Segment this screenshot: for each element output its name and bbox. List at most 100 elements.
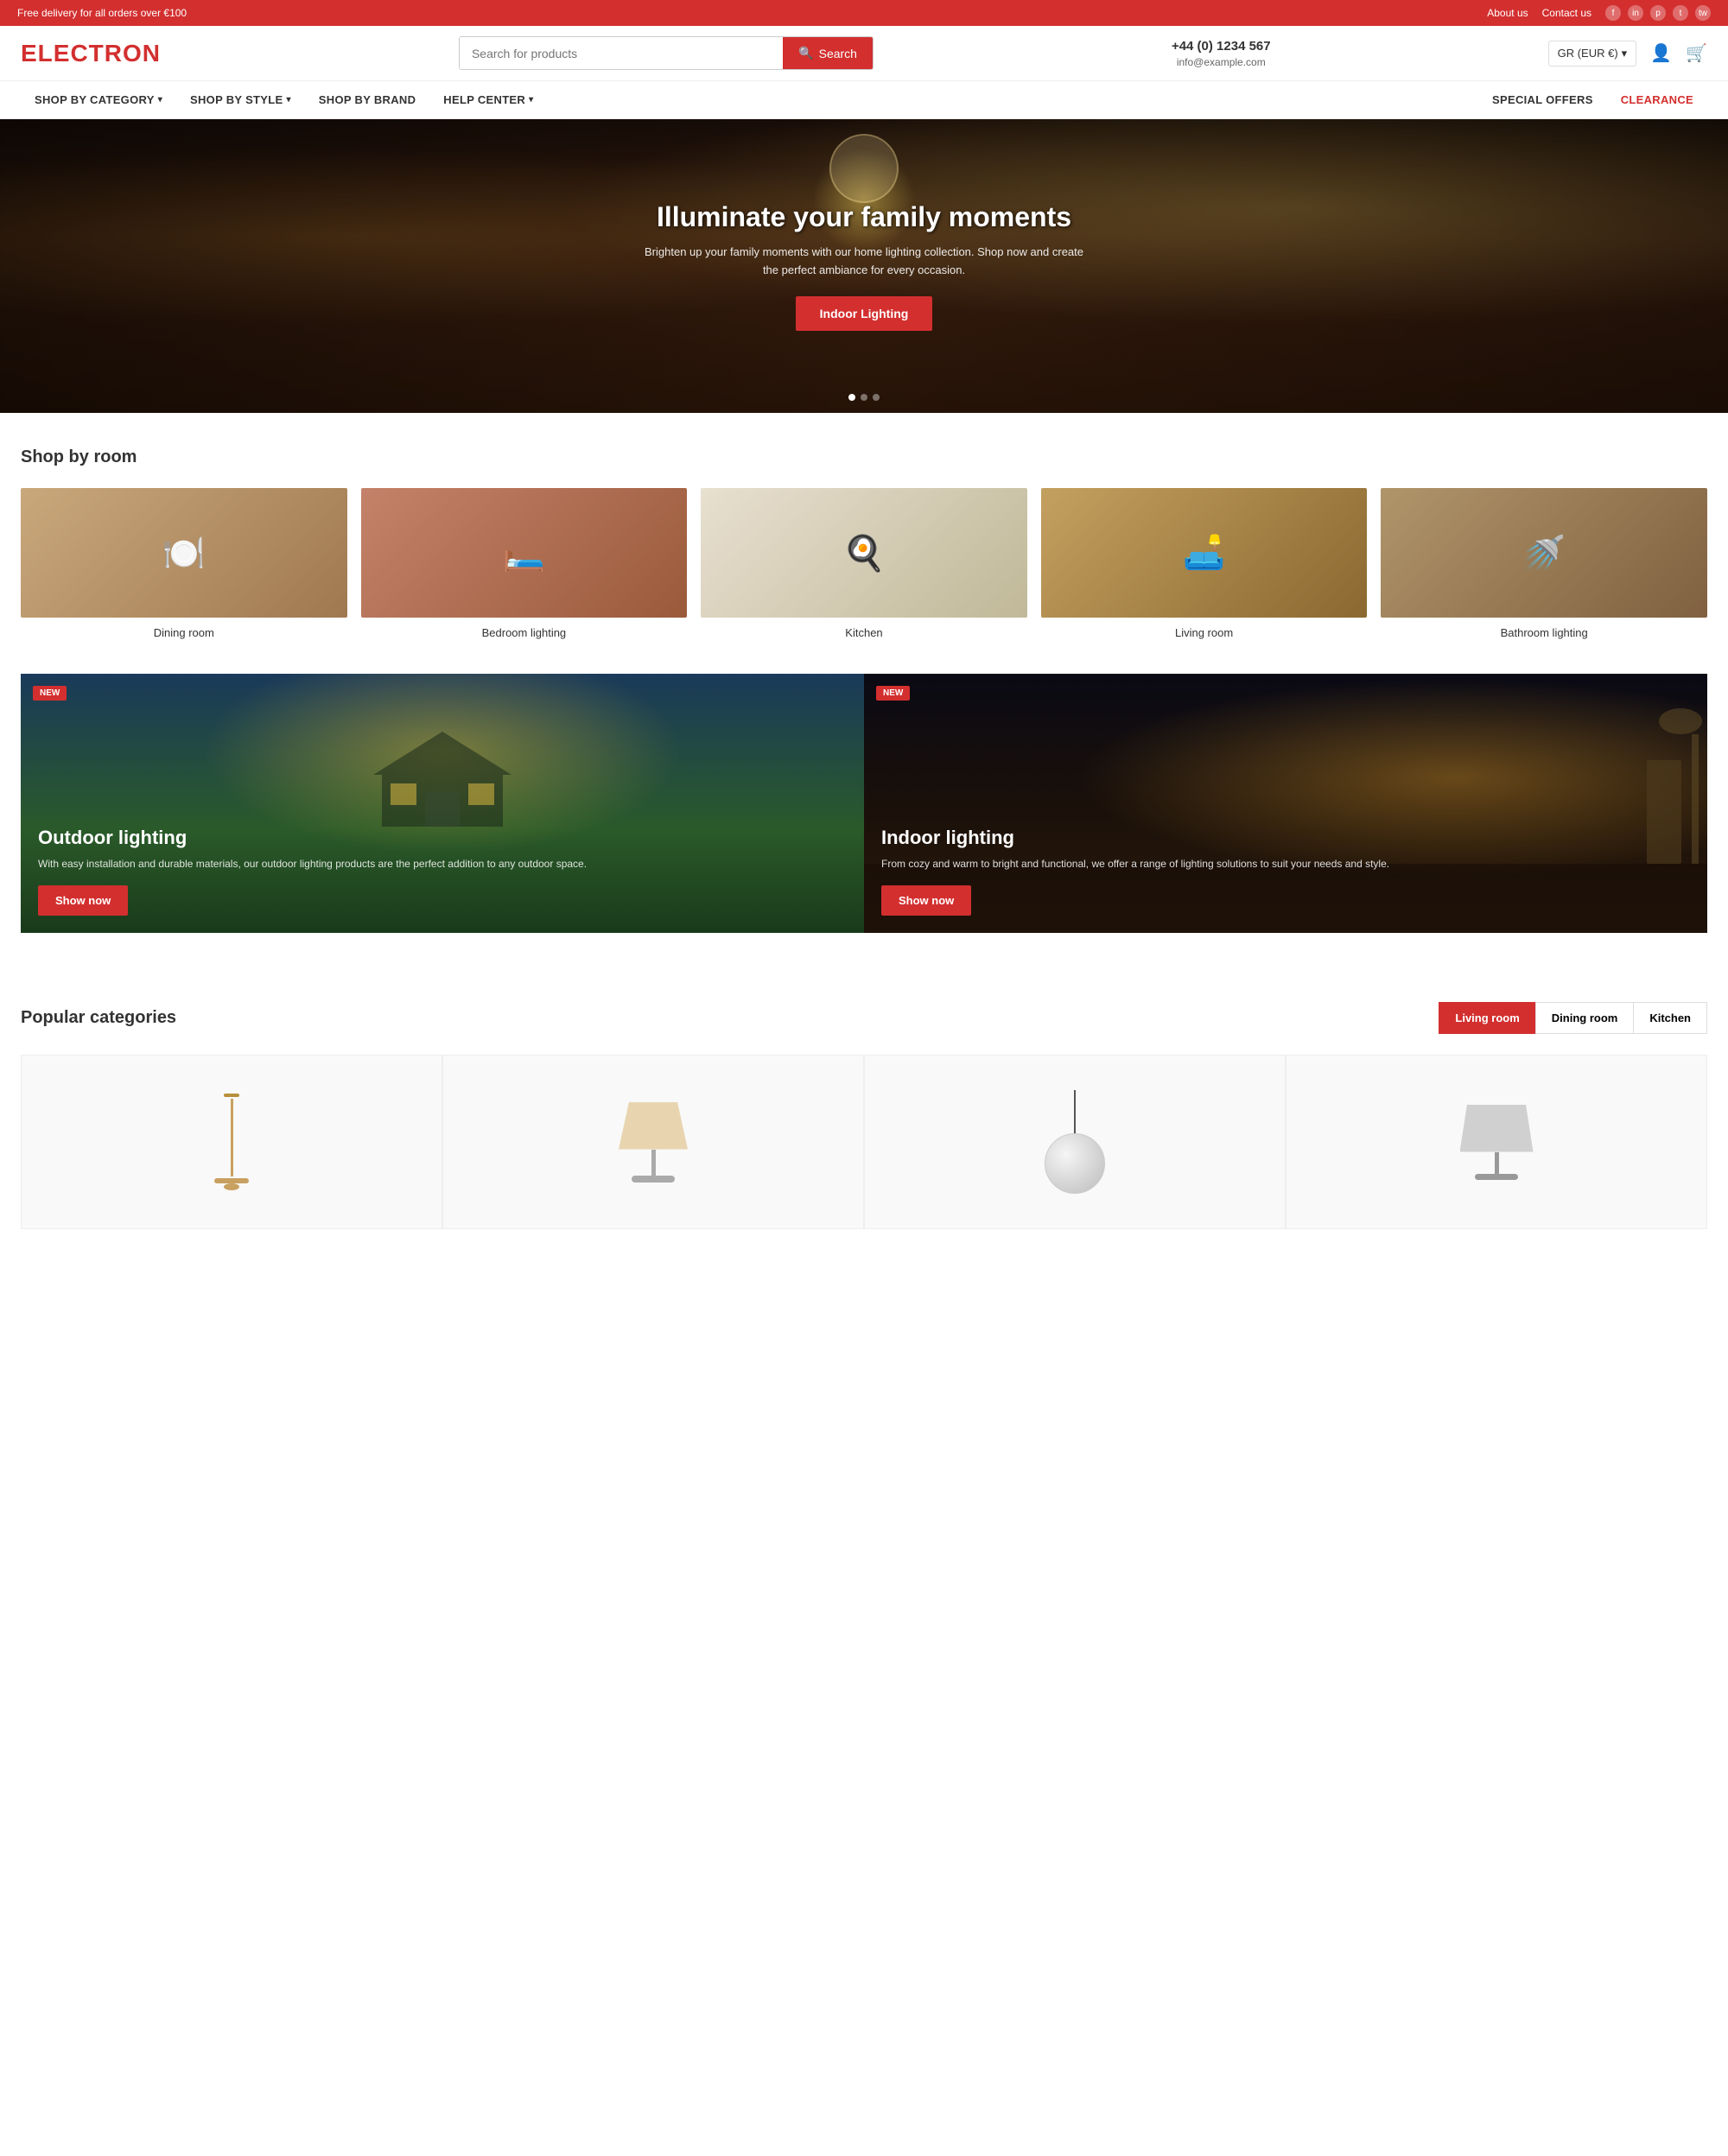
search-icon: 🔍 [798,46,813,60]
shop-by-room-title: Shop by room [21,447,1707,467]
promo-badge: NEW [876,686,910,701]
nav-shop-by-style[interactable]: SHOP BY STYLE ▾ [176,81,305,118]
table-lamp-icon [619,1102,688,1183]
room-card-bathroom[interactable]: 🚿 Bathroom lighting [1381,488,1707,639]
nav-label: HELP CENTER [443,93,525,106]
promo-indoor[interactable]: NEW Indoor lighting From cozy and warm t… [864,674,1707,933]
dot-1[interactable] [848,394,855,401]
product-card-bedside-lamp[interactable] [1286,1055,1707,1229]
hero-section: Illuminate your family moments Brighten … [0,119,1728,413]
popular-title: Popular categories [21,1008,176,1028]
locale-selector[interactable]: GR (EUR €) ▾ [1548,41,1637,67]
header-contact: +44 (0) 1234 567 info@example.com [1172,37,1271,70]
nav-special-offers[interactable]: SPECIAL OFFERS [1478,81,1607,118]
tab-kitchen[interactable]: Kitchen [1633,1002,1707,1034]
product-card-pendant[interactable] [864,1055,1286,1229]
header: ELECTRON 🔍 Search +44 (0) 1234 567 info@… [0,26,1728,81]
nav-help-center[interactable]: HELP CENTER ▾ [429,81,547,118]
chevron-down-icon: ▾ [286,95,290,105]
cart-icon[interactable]: 🛒 [1686,42,1707,64]
bedside-lamp-icon [1460,1105,1534,1180]
pendant-lamp-icon [1045,1090,1105,1194]
category-tabs: Living room Dining room Kitchen [1439,1002,1707,1034]
product-grid [21,1055,1707,1229]
pinterest-icon[interactable]: p [1650,5,1666,21]
nav-left: SHOP BY CATEGORY ▾ SHOP BY STYLE ▾ SHOP … [21,81,547,118]
nav-shop-by-brand[interactable]: SHOP BY BRAND [305,81,430,118]
product-image [865,1056,1285,1228]
tab-dining-room[interactable]: Dining room [1535,1002,1635,1034]
chevron-down-icon: ▾ [158,95,162,105]
room-card-bedroom[interactable]: 🛏️ Bedroom lighting [361,488,688,639]
email: info@example.com [1172,55,1271,70]
facebook-icon[interactable]: f [1605,5,1621,21]
room-label: Bathroom lighting [1381,626,1707,639]
popular-header: Popular categories Living room Dining ro… [21,1002,1707,1034]
phone-number: +44 (0) 1234 567 [1172,37,1271,55]
product-card-floor-lamp[interactable] [21,1055,442,1229]
dot-2[interactable] [861,394,867,401]
room-card-dining[interactable]: 🍽️ Dining room [21,488,347,639]
hero-dots [848,394,880,401]
top-bar: Free delivery for all orders over €100 A… [0,0,1728,26]
contact-us-link[interactable]: Contact us [1542,7,1591,19]
search-button[interactable]: 🔍 Search [783,37,873,69]
search-btn-label: Search [819,47,857,60]
product-image [443,1056,863,1228]
hero-subtitle: Brighten up your family moments with our… [639,244,1089,280]
room-grid: 🍽️ Dining room 🛏️ Bedroom lighting 🍳 Kit… [21,488,1707,639]
nav-label: SHOP BY STYLE [190,93,283,106]
nav-shop-by-category[interactable]: SHOP BY CATEGORY ▾ [21,81,176,118]
nav-clearance[interactable]: CLEARANCE [1607,81,1707,118]
instagram-icon[interactable]: in [1628,5,1643,21]
product-image [22,1056,442,1228]
locale-label: GR (EUR €) [1558,47,1618,60]
nav-label: CLEARANCE [1621,93,1693,106]
tiktok-icon[interactable]: t [1673,5,1688,21]
nav-right: SPECIAL OFFERS CLEARANCE [1478,81,1707,118]
nav-label: SHOP BY BRAND [319,93,416,106]
header-actions: GR (EUR €) ▾ 👤 🛒 [1548,41,1707,67]
promo-grid: NEW Outdoor lighting With easy installat… [0,674,1728,967]
dot-3[interactable] [873,394,880,401]
twitter-icon[interactable]: tw [1695,5,1711,21]
promo-text: Free delivery for all orders over €100 [17,7,187,19]
social-icons: f in p t tw [1605,5,1711,21]
promo-desc: With easy installation and durable mater… [38,856,847,872]
promo-title: Indoor lighting [881,827,1690,849]
search-input[interactable] [460,37,783,69]
top-bar-right: About us Contact us f in p t tw [1487,5,1711,21]
promo-badge: NEW [33,686,67,701]
chevron-down-icon: ▾ [529,95,533,105]
promo-outdoor[interactable]: NEW Outdoor lighting With easy installat… [21,674,864,933]
promo-content: Indoor lighting From cozy and warm to br… [864,809,1707,933]
main-nav: SHOP BY CATEGORY ▾ SHOP BY STYLE ▾ SHOP … [0,81,1728,119]
hero-cta-button[interactable]: Indoor Lighting [796,296,933,331]
promo-content: Outdoor lighting With easy installation … [21,809,864,933]
logo[interactable]: ELECTRON [21,40,161,67]
search-bar: 🔍 Search [459,36,874,70]
room-label: Dining room [21,626,347,639]
room-label: Living room [1041,626,1368,639]
account-icon[interactable]: 👤 [1650,42,1672,64]
promo-cta-button[interactable]: Show now [38,885,128,916]
tab-living-room[interactable]: Living room [1439,1002,1535,1034]
room-card-kitchen[interactable]: 🍳 Kitchen [701,488,1027,639]
promo-cta-button[interactable]: Show now [881,885,971,916]
nav-label: SHOP BY CATEGORY [35,93,155,106]
promo-desc: From cozy and warm to bright and functio… [881,856,1690,872]
about-us-link[interactable]: About us [1487,7,1528,19]
room-label: Kitchen [701,626,1027,639]
chevron-down-icon: ▾ [1622,47,1628,60]
promo-title: Outdoor lighting [38,827,847,849]
hero-content: Illuminate your family moments Brighten … [639,201,1089,332]
nav-label: SPECIAL OFFERS [1492,93,1593,106]
popular-categories-section: Popular categories Living room Dining ro… [0,967,1728,1264]
product-card-table-lamp[interactable] [442,1055,864,1229]
hero-title: Illuminate your family moments [639,201,1089,233]
room-card-living[interactable]: 🛋️ Living room [1041,488,1368,639]
room-label: Bedroom lighting [361,626,688,639]
product-image [1286,1056,1706,1228]
floor-lamp-icon [214,1094,249,1190]
shop-by-room-section: Shop by room 🍽️ Dining room 🛏️ Bedroom l… [0,413,1728,674]
